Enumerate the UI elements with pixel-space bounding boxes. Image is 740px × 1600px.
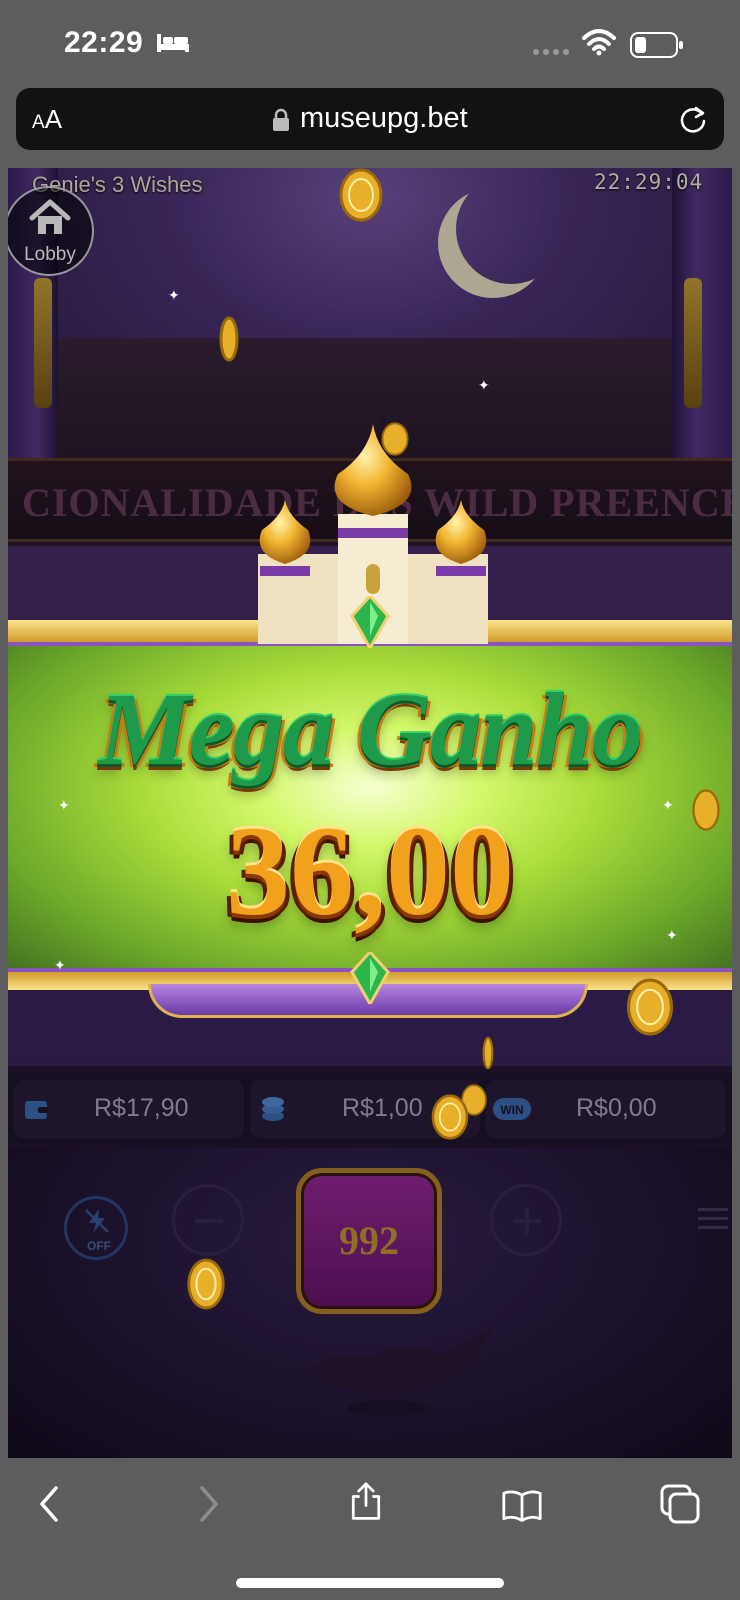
reload-icon[interactable] bbox=[678, 104, 708, 134]
emerald-gem-top bbox=[350, 596, 390, 648]
gold-coin-icon bbox=[431, 1094, 469, 1140]
status-time: 22:29 bbox=[64, 26, 144, 59]
home-indicator[interactable] bbox=[236, 1578, 504, 1588]
sparkle-icon: ✦ bbox=[168, 287, 180, 303]
tabs-icon[interactable] bbox=[660, 1484, 700, 1524]
wifi-icon bbox=[582, 29, 616, 56]
url-text[interactable]: museupg.bet bbox=[300, 102, 468, 135]
sparkle-icon: ✦ bbox=[54, 957, 66, 973]
sparkle-icon: ✦ bbox=[478, 377, 490, 393]
battery-icon bbox=[630, 32, 683, 58]
text-size-button[interactable]: AA bbox=[32, 104, 62, 135]
sparkle-icon: ✦ bbox=[58, 797, 70, 813]
cellular-signal-icon bbox=[533, 49, 569, 55]
gold-coin-icon bbox=[692, 789, 720, 831]
gold-coin-icon bbox=[626, 978, 674, 1036]
gold-coin-icon bbox=[219, 316, 239, 362]
screen: 22:29 AA museupg.bet Genie's 3 Wishes 22… bbox=[0, 0, 740, 1600]
game-canvas[interactable]: Genie's 3 Wishes 22:29:04 Lobby CIONALID… bbox=[8, 168, 732, 1458]
mega-win-title: Mega Ganho bbox=[98, 672, 643, 787]
bookmarks-icon[interactable] bbox=[502, 1486, 542, 1526]
gold-coin-icon bbox=[381, 422, 409, 456]
gold-coin-icon bbox=[482, 1036, 494, 1070]
gold-coin-icon bbox=[187, 1258, 225, 1310]
forward-icon[interactable] bbox=[188, 1484, 228, 1524]
sparkle-icon: ✦ bbox=[662, 797, 674, 813]
bed-icon bbox=[157, 34, 189, 52]
emerald-gem-bottom bbox=[350, 952, 390, 1004]
back-icon[interactable] bbox=[30, 1484, 70, 1524]
mega-win-amount: 36,00 bbox=[226, 800, 514, 942]
share-icon[interactable] bbox=[346, 1482, 386, 1522]
gold-coin-icon bbox=[339, 168, 383, 222]
lock-icon bbox=[273, 108, 289, 131]
sparkle-icon: ✦ bbox=[666, 927, 678, 943]
